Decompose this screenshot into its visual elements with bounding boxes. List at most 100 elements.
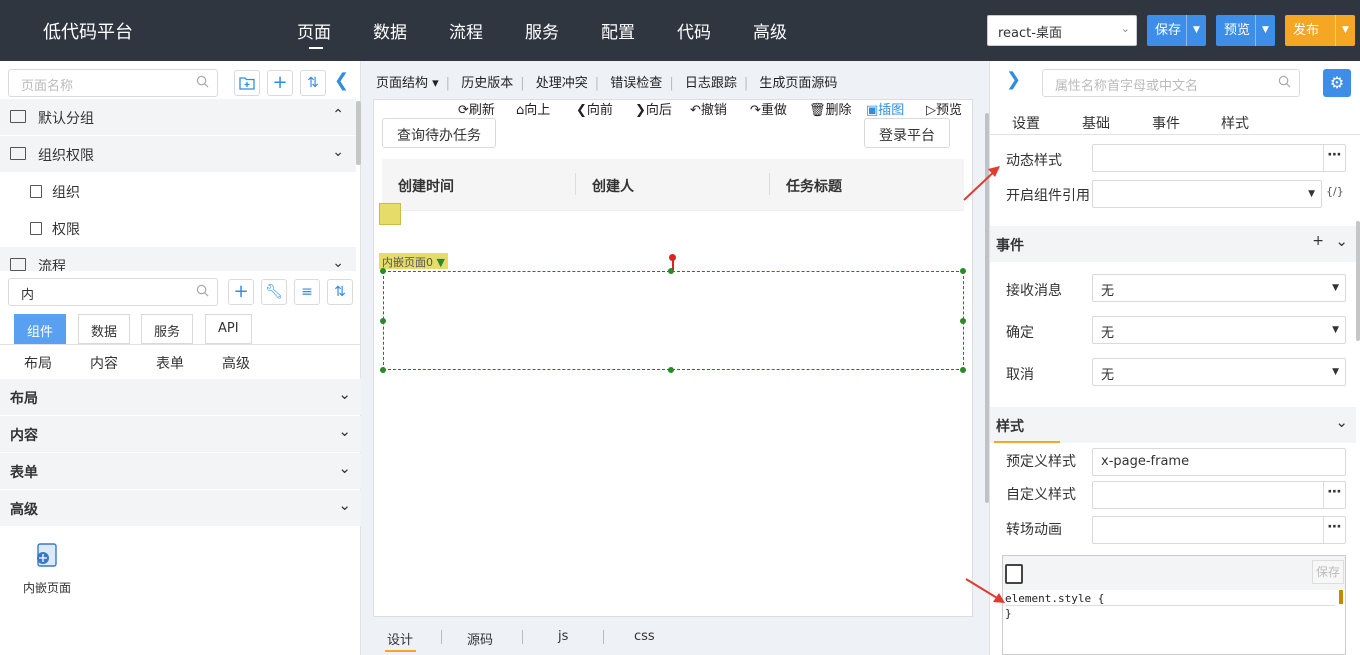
refresh-action[interactable]: ⟳刷新 — [458, 99, 495, 118]
sort-button[interactable]: ⇅ — [327, 279, 353, 305]
preview-action[interactable]: ▷预览 — [926, 99, 962, 118]
custom-style-input[interactable]: ⋯ — [1092, 481, 1346, 509]
resize-handle[interactable] — [960, 268, 966, 274]
add-folder-button[interactable] — [234, 70, 260, 96]
chevron-down-icon[interactable]: ⌄ — [332, 255, 344, 271]
resize-handle[interactable] — [960, 367, 966, 373]
plus-icon[interactable]: + — [1312, 233, 1324, 249]
menu-error-check[interactable]: 错误检查 — [610, 76, 662, 91]
category-content[interactable]: 内容 ⌄ — [0, 416, 361, 452]
more-icon[interactable]: ⋯ — [1323, 145, 1345, 171]
event-select-receive[interactable]: 无 ▼ — [1092, 274, 1346, 302]
tab-components[interactable]: 组件 — [14, 314, 67, 344]
group-default[interactable]: 默认分组 ⌃ — [0, 99, 356, 135]
page-canvas[interactable]: 查询待办任务 登录平台 创建时间 创建人 任务标题 内嵌页面0 ▼ — [373, 99, 973, 617]
nav-data[interactable]: 数据 — [373, 18, 407, 43]
code-scrollbar[interactable] — [1339, 590, 1343, 604]
add-page-button[interactable]: + — [267, 70, 293, 96]
move-back-action[interactable]: ❯向后 — [635, 99, 672, 118]
tab-basic[interactable]: 基础 — [1082, 113, 1110, 133]
chevron-down-icon[interactable]: ⌄ — [1335, 232, 1348, 250]
resize-handle[interactable] — [380, 318, 386, 324]
platform-select[interactable]: react-桌面 ⌄ — [987, 15, 1137, 46]
caret-down-icon[interactable]: ▼ — [1255, 15, 1275, 46]
property-search-input[interactable]: 属性名称首字母或中文名 — [1042, 69, 1300, 97]
resize-handle[interactable] — [380, 367, 386, 373]
category-layout[interactable]: 布局 ⌄ — [0, 379, 361, 415]
style-section[interactable]: 样式 ⌄ — [990, 407, 1356, 443]
transition-input[interactable]: ⋯ — [1092, 516, 1346, 544]
menu-generate-source[interactable]: 生成页面源码 — [759, 76, 837, 91]
event-select-confirm[interactable]: 无 ▼ — [1092, 316, 1346, 344]
code-save-button[interactable]: 保存 — [1312, 560, 1344, 584]
tab-styles[interactable]: 样式 — [1221, 113, 1249, 133]
expand-panel-icon[interactable]: ❯ — [1006, 69, 1021, 90]
nav-service[interactable]: 服务 — [525, 18, 559, 43]
tab-api[interactable]: API — [205, 314, 252, 344]
column-header[interactable]: 任务标题 — [786, 176, 842, 196]
chevron-down-icon[interactable]: ⌄ — [1335, 413, 1348, 431]
undo-action[interactable]: ↶撤销 — [690, 99, 727, 118]
event-select-cancel[interactable]: 无 ▼ — [1092, 358, 1346, 386]
preview-button[interactable]: 预览 ▼ — [1216, 15, 1275, 46]
subcat-layout[interactable]: 布局 — [24, 353, 52, 373]
subcat-form[interactable]: 表单 — [156, 353, 184, 373]
nav-code[interactable]: 代码 — [677, 18, 711, 43]
query-todo-button[interactable]: 查询待办任务 — [382, 118, 496, 148]
dynamic-style-input[interactable]: ⋯ — [1092, 144, 1346, 172]
save-button[interactable]: 保存 ▼ — [1147, 15, 1206, 46]
move-forward-action[interactable]: ❮向前 — [576, 99, 613, 118]
tab-service[interactable]: 服务 — [141, 314, 194, 344]
page-item-org[interactable]: 组织 — [0, 173, 356, 209]
nav-config[interactable]: 配置 — [601, 18, 635, 43]
group-flow[interactable]: 流程 ⌄ — [0, 247, 356, 271]
gear-icon[interactable]: ⚙ — [1323, 69, 1351, 97]
tab-source[interactable]: 源码 — [467, 629, 493, 648]
panel-scrollbar[interactable] — [1356, 221, 1360, 341]
component-ref-select[interactable]: ▼ — [1092, 180, 1322, 208]
component-search-input[interactable]: 内 — [8, 278, 218, 306]
wrench-button[interactable]: 🔧︎ — [261, 279, 287, 305]
resize-handle[interactable] — [380, 268, 386, 274]
menu-page-structure[interactable]: 页面结构 ▾ — [376, 76, 439, 91]
tab-settings[interactable]: 设置 — [1012, 113, 1040, 133]
redo-action[interactable]: ↷重做 — [750, 99, 787, 118]
list-order-button[interactable]: ≡ — [294, 279, 320, 305]
sort-button[interactable]: ⇅ — [300, 70, 326, 96]
table-settings-icon[interactable] — [379, 203, 401, 225]
more-icon[interactable]: ⋯ — [1323, 517, 1345, 543]
move-up-action[interactable]: ⌂向上 — [516, 99, 550, 118]
column-header[interactable]: 创建时间 — [398, 176, 454, 196]
nav-advanced[interactable]: 高级 — [753, 18, 787, 43]
nav-pages[interactable]: 页面 — [297, 18, 331, 43]
subcat-content[interactable]: 内容 — [90, 353, 118, 373]
page-search-input[interactable]: 页面名称 — [8, 69, 218, 97]
resize-handle[interactable] — [668, 367, 674, 373]
insert-image-action[interactable]: ▣插图 — [866, 99, 904, 118]
group-org-permissions[interactable]: 组织权限 ⌄ — [0, 136, 356, 172]
menu-history[interactable]: 历史版本 — [461, 76, 513, 91]
tab-events[interactable]: 事件 — [1152, 113, 1180, 133]
publish-button[interactable]: 发布 ▼ — [1285, 15, 1355, 46]
component-embedded-page[interactable]: 内嵌页面 — [18, 539, 78, 599]
caret-down-icon[interactable]: ▼ — [1186, 15, 1206, 46]
add-component-button[interactable]: + — [228, 279, 254, 305]
subcat-advanced[interactable]: 高级 — [222, 353, 250, 373]
category-form[interactable]: 表单 ⌄ — [0, 453, 361, 489]
tab-css[interactable]: css — [634, 629, 655, 644]
resize-handle[interactable] — [960, 318, 966, 324]
expression-icon[interactable]: {/} — [1326, 185, 1344, 198]
style-code-editor[interactable]: 保存 element.style { } — [1002, 555, 1346, 655]
column-header[interactable]: 创建人 — [592, 176, 634, 196]
collapse-left-icon[interactable]: ❮ — [334, 70, 349, 91]
menu-log-trace[interactable]: 日志跟踪 — [685, 76, 737, 91]
embedded-page-frame[interactable] — [383, 271, 964, 370]
delete-action[interactable]: 🗑︎删除 — [809, 99, 852, 118]
nav-flow[interactable]: 流程 — [449, 18, 483, 43]
page-item-permissions[interactable]: 权限 — [0, 210, 356, 246]
menu-conflicts[interactable]: 处理冲突 — [536, 76, 588, 91]
tab-data[interactable]: 数据 — [78, 314, 131, 344]
events-section[interactable]: 事件 + ⌄ — [990, 226, 1356, 262]
more-icon[interactable]: ⋯ — [1323, 482, 1345, 508]
login-platform-button[interactable]: 登录平台 — [864, 118, 950, 148]
